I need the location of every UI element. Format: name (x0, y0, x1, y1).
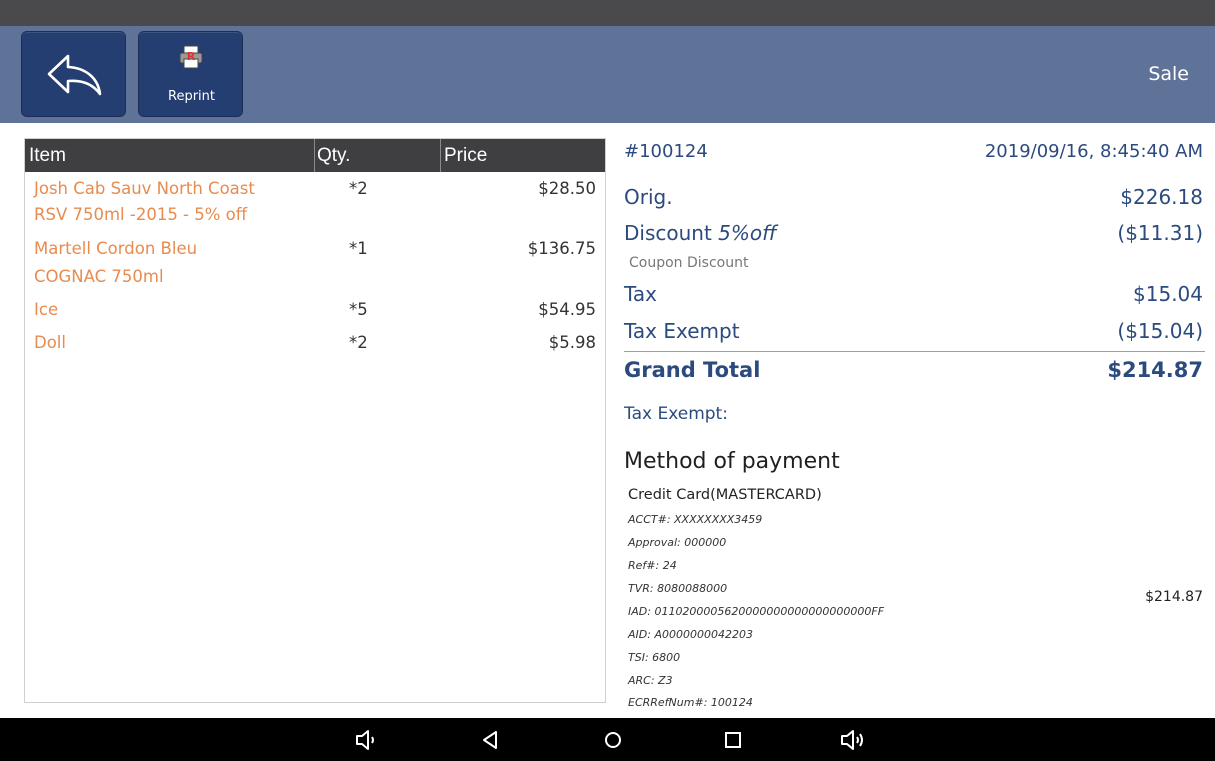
item-name: Josh Cab Sauv North Coast (34, 179, 255, 198)
printer-icon: R (179, 45, 203, 69)
item-price: $54.95 (538, 300, 596, 319)
payment-detail-acct: ACCT#: XXXXXXXX3459 (628, 513, 763, 526)
item-price: $28.50 (538, 179, 596, 198)
coupon-label: Coupon Discount (629, 255, 749, 271)
payment-detail-iad: IAD: 0110200005620000000000000000000FF (628, 605, 885, 618)
item-row[interactable]: Doll *2 $5.98 (25, 329, 605, 359)
recents-square-icon[interactable] (723, 729, 743, 751)
item-row[interactable]: Martell Cordon Bleu COGNAC 750ml *1 $136… (25, 235, 605, 291)
payment-detail-tsi: TSI: 6800 (628, 651, 681, 664)
back-triangle-icon[interactable] (480, 729, 500, 751)
order-number: #100124 (624, 141, 708, 162)
discount-note: 5%off (718, 221, 777, 245)
reprint-button[interactable]: R Reprint (138, 31, 243, 117)
top-toolbar: R Reprint Sale (0, 26, 1215, 123)
system-nav-bar (0, 718, 1215, 761)
tax-value: $15.04 (1133, 282, 1203, 306)
grand-total-value: $214.87 (1107, 358, 1203, 382)
item-name-line2: COGNAC 750ml (34, 267, 164, 286)
items-header: Item Qty. Price (25, 139, 605, 172)
home-circle-icon[interactable] (603, 729, 623, 751)
column-header-item: Item (29, 145, 66, 166)
volume-up-icon[interactable] (840, 729, 868, 751)
tax-exempt-value: ($15.04) (1117, 319, 1203, 343)
item-row[interactable]: Josh Cab Sauv North Coast RSV 750ml -201… (25, 175, 605, 231)
item-price: $5.98 (548, 333, 596, 352)
discount-text: Discount (624, 221, 712, 245)
item-name: Doll (34, 333, 66, 352)
item-qty: *2 (349, 333, 368, 352)
tax-exempt-info: Tax Exempt: (624, 404, 728, 424)
order-datetime: 2019/09/16, 8:45:40 AM (984, 141, 1203, 162)
back-button[interactable] (21, 31, 126, 117)
status-bar (0, 0, 1215, 26)
discount-label: Discount 5%off (624, 221, 777, 245)
payment-detail-aid: AID: A0000000042203 (628, 628, 753, 641)
item-name: Ice (34, 300, 59, 319)
screen-title: Sale (1148, 63, 1189, 85)
discount-value: ($11.31) (1117, 221, 1203, 245)
item-name-line2: RSV 750ml -2015 - 5% off (34, 205, 248, 224)
reprint-label: Reprint (168, 89, 215, 104)
total-divider (624, 351, 1205, 352)
items-list: Item Qty. Price Josh Cab Sauv North Coas… (24, 138, 606, 703)
tax-label: Tax (624, 282, 657, 306)
item-row[interactable]: Ice *5 $54.95 (25, 296, 605, 326)
payment-detail-ecr: ECRRefNum#: 100124 (628, 696, 753, 706)
item-price: $136.75 (527, 239, 596, 258)
item-name: Martell Cordon Bleu (34, 239, 198, 258)
back-arrow-icon (47, 54, 102, 96)
payment-amount: $214.87 (1145, 589, 1203, 605)
item-qty: *2 (349, 179, 368, 198)
column-header-price: Price (444, 145, 488, 166)
payment-details[interactable]: ACCT#: XXXXXXXX3459 Approval: 000000 Ref… (620, 480, 1215, 706)
payment-method-title: Method of payment (624, 449, 840, 474)
payment-detail-tvr: TVR: 8080088000 (628, 582, 728, 595)
payment-detail-ref: Ref#: 24 (628, 559, 677, 572)
column-header-qty: Qty. (317, 145, 351, 166)
item-qty: *1 (349, 239, 368, 258)
orig-label: Orig. (624, 185, 673, 209)
grand-total-label: Grand Total (624, 358, 761, 382)
column-divider (314, 139, 315, 172)
svg-text:R: R (187, 50, 196, 63)
tax-exempt-label: Tax Exempt (624, 319, 740, 343)
item-qty: *5 (349, 300, 368, 319)
orig-value: $226.18 (1120, 185, 1203, 209)
volume-down-icon[interactable] (355, 729, 379, 751)
payment-detail-approval: Approval: 000000 (628, 536, 727, 549)
payment-detail-arc: ARC: Z3 (628, 674, 673, 687)
column-divider (440, 139, 441, 172)
